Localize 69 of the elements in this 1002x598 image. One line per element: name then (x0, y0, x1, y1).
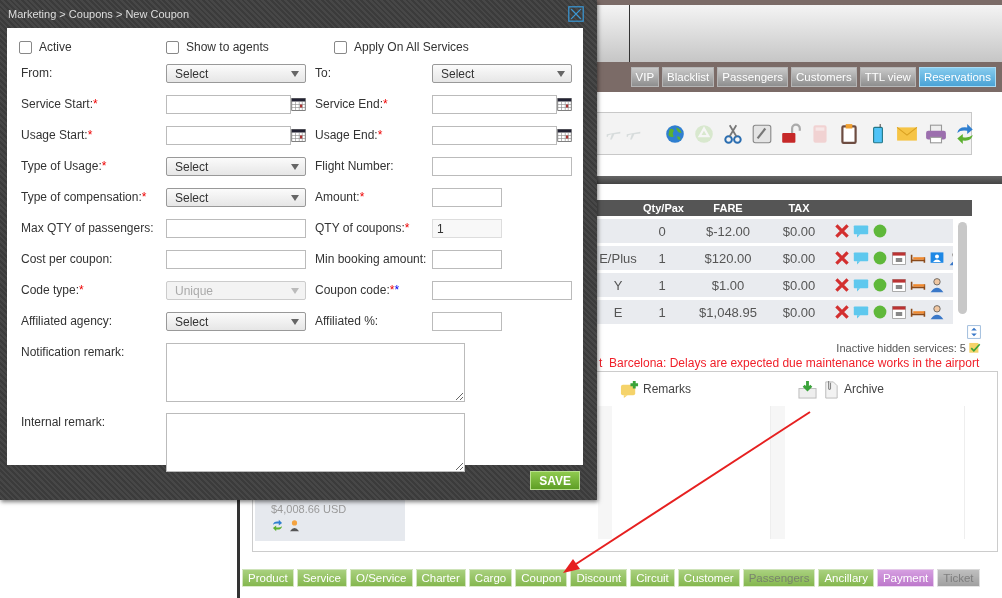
nav-button[interactable]: Reservations (918, 67, 996, 87)
table-cell: 1 (658, 277, 666, 293)
field-label: Type of compensation:* (21, 189, 148, 206)
select-dropdown[interactable]: Select (166, 188, 306, 207)
field-label: Notification remark: (21, 344, 126, 361)
table-cell: $0.00 (782, 223, 816, 239)
total-amount: $4,008.66 USD (271, 503, 348, 515)
field-label: Usage Start:* (21, 127, 94, 144)
field-label: Max QTY of passengers: (21, 220, 155, 237)
tab-button[interactable]: Customer (677, 569, 740, 587)
field-label: Type of Usage:* (21, 158, 108, 175)
select-dropdown[interactable]: Select (166, 312, 306, 331)
input-field[interactable]: 1 (432, 219, 502, 238)
breadcrumb: Marketing > Coupons > New Coupon (8, 8, 189, 20)
remarks-label[interactable]: Remarks (643, 382, 691, 396)
table-cell: 1 (658, 304, 666, 320)
select-dropdown[interactable]: Select (166, 64, 306, 83)
checkbox-label: Apply On All Services (354, 40, 469, 54)
column-header: TAX (787, 202, 811, 214)
table-cell: E/Plus (599, 250, 637, 266)
field-label: QTY of coupons:* (315, 220, 411, 237)
field-label: To: (315, 65, 332, 82)
field-label: Cost per coupon: (21, 251, 114, 268)
field-label: Flight Number: (315, 158, 395, 175)
table-cell: $-12.00 (705, 223, 751, 239)
table-cell: E (613, 304, 623, 320)
alert-message: t Barcelona: Delays are expected due maintenance works in the airport (599, 356, 981, 370)
field-label: Affiliated agency: (21, 313, 114, 330)
tab-button[interactable]: Ancillary (818, 569, 874, 587)
select-dropdown[interactable]: Select (166, 157, 306, 176)
tab-button[interactable]: Circuit (630, 569, 675, 587)
tab-button[interactable]: Charter (415, 569, 466, 587)
nav-button[interactable]: TTL view (859, 67, 916, 87)
tab-button[interactable]: Payment (876, 569, 935, 587)
save-button[interactable]: SAVE (530, 471, 580, 490)
table-cell: $0.00 (782, 277, 816, 293)
tab-button[interactable]: Discount (570, 569, 628, 587)
table-cell: $0.00 (782, 250, 816, 266)
table-cell: $120.00 (704, 250, 752, 266)
field-label: Service End:* (315, 96, 389, 113)
table-cell: 0 (658, 223, 666, 239)
table-cell: $0.00 (782, 304, 816, 320)
field-label: Affiliated %: (315, 313, 380, 330)
field-label: Code type:* (21, 282, 85, 299)
table-cell: $1.00 (711, 277, 745, 293)
field-label: Service Start:* (21, 96, 99, 113)
checkbox-label: Show to agents (186, 40, 269, 54)
nav-button[interactable]: VIP (630, 67, 660, 87)
checkbox-label: Active (39, 40, 72, 54)
nav-button[interactable]: Customers (791, 67, 857, 87)
field-label: Coupon code:** (315, 282, 401, 299)
table-cell: 1 (658, 250, 666, 266)
field-label: Amount:* (315, 189, 366, 206)
hidden-services-label: Inactive hidden services: 5 (836, 341, 966, 354)
archive-label[interactable]: Archive (844, 382, 884, 396)
table-cell: Y (613, 277, 623, 293)
tab-button[interactable]: O/Service (350, 569, 413, 587)
field-label: Usage End:* (315, 127, 384, 144)
field-label: Min booking amount: (315, 251, 428, 268)
field-label: From: (21, 65, 54, 82)
tab-button[interactable]: Service (296, 569, 347, 587)
tab-button[interactable]: Coupon (515, 569, 568, 587)
nav-button[interactable]: Passengers (717, 67, 789, 87)
tab-button[interactable]: Product (242, 569, 294, 587)
tab-button[interactable]: Cargo (468, 569, 513, 587)
select-dropdown[interactable]: Select (432, 64, 572, 83)
nav-button[interactable]: Blacklist (662, 67, 715, 87)
table-cell: $1,048.95 (699, 304, 757, 320)
field-label: Internal remark: (21, 414, 107, 431)
